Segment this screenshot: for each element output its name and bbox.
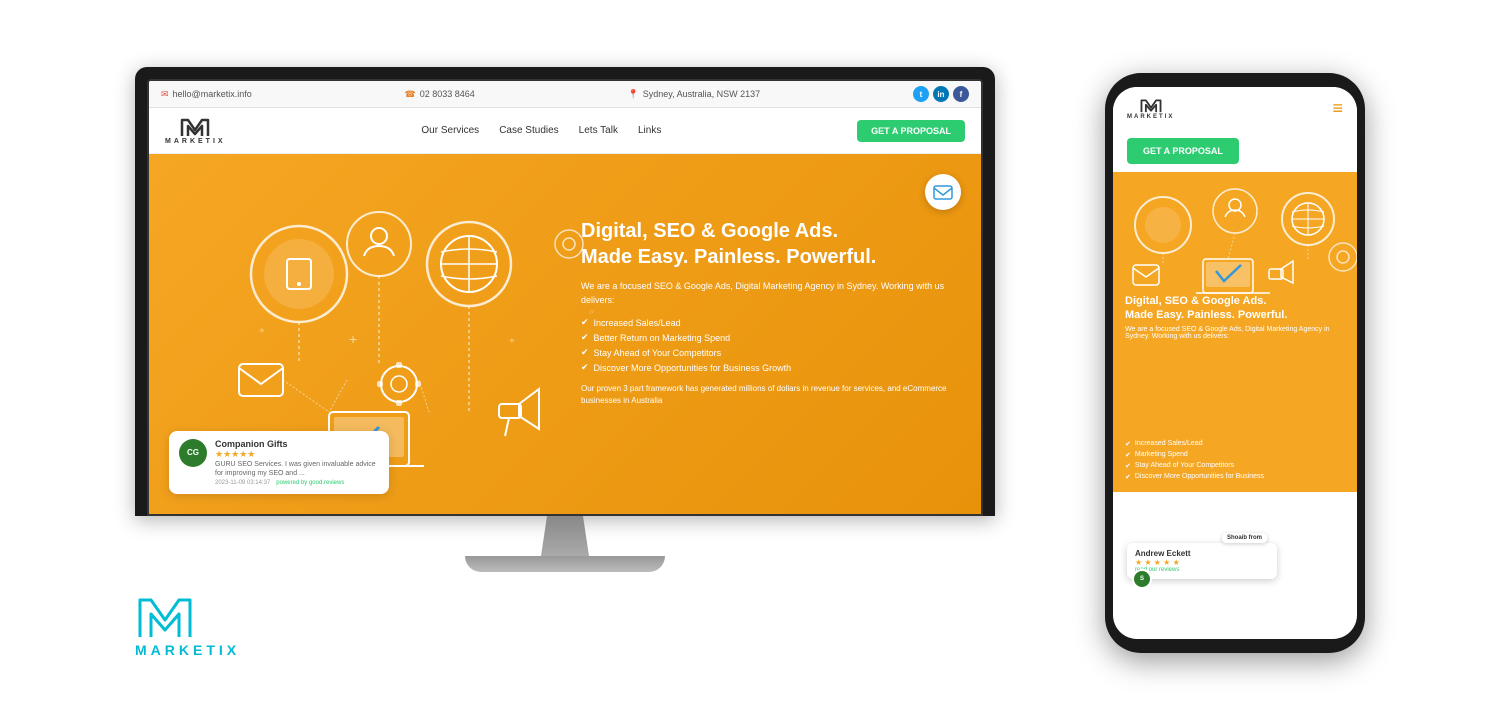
bullet-2: ✔ Better Return on Marketing Spend — [581, 332, 961, 343]
phone-bullet-3: ✔ Stay Ahead of Your Competitors — [1125, 462, 1345, 470]
topbar-email: ✉ hello@marketix.info — [161, 89, 252, 100]
nav-links[interactable]: Links — [638, 125, 661, 136]
phone-section: MARKETIX ≡ GET A PROPOSAL — [1105, 73, 1365, 653]
desktop-section: ✉ hello@marketix.info ☎ 02 8033 8464 📍 S… — [135, 67, 915, 658]
bottom-logo-icon — [135, 592, 195, 642]
svg-text:+: + — [259, 326, 265, 337]
phone-icon: ☎ — [405, 89, 416, 100]
phone-check-1: ✔ — [1125, 440, 1131, 448]
shoaib-avatar: S — [1132, 569, 1152, 589]
check-icon-2: ✔ — [581, 332, 589, 343]
phone-review-card: Shoaib from Andrew Eckett ★ ★ ★ ★ ★ read… — [1127, 543, 1277, 579]
monitor-wrapper: ✉ hello@marketix.info ☎ 02 8033 8464 📍 S… — [135, 67, 995, 572]
social-icons: t in f — [913, 86, 969, 102]
phone-check-3: ✔ — [1125, 462, 1131, 470]
check-icon-3: ✔ — [581, 347, 589, 358]
review-date: 2023-11-09 03:14:37 — [215, 480, 270, 486]
facebook-icon[interactable]: f — [953, 86, 969, 102]
mail-badge-icon — [933, 182, 953, 202]
monitor-frame: ✉ hello@marketix.info ☎ 02 8033 8464 📍 S… — [135, 67, 995, 516]
phone-frame: MARKETIX ≡ GET A PROPOSAL — [1105, 73, 1365, 653]
svg-text:+: + — [509, 336, 515, 347]
phone-logo: MARKETIX — [1127, 97, 1174, 120]
bullet-1: ✔ Increased Sales/Lead — [581, 317, 961, 328]
bullet-3: ✔ Stay Ahead of Your Competitors — [581, 347, 961, 358]
bottom-logo-text: MARKETIX — [135, 642, 240, 658]
nav-our-services[interactable]: Our Services — [421, 125, 479, 136]
hero-content: Digital, SEO & Google Ads. Made Easy. Pa… — [581, 174, 961, 407]
monitor-stand — [135, 516, 995, 572]
review-text: GURU SEO Services. I was given invaluabl… — [215, 460, 379, 478]
phone-check-2: ✔ — [1125, 451, 1131, 459]
phone-hero-illustration — [1113, 177, 1357, 297]
phone-hero-svg — [1113, 177, 1357, 297]
phone-cta-section: GET A PROPOSAL — [1113, 130, 1357, 172]
review-card: CG Companion Gifts ★★★★★ GURU SEO Servic… — [169, 431, 389, 494]
phone-review-link[interactable]: read our reviews — [1135, 567, 1269, 573]
review-avatar: CG — [179, 439, 207, 467]
nav-logo-text: MARKETIX — [165, 138, 226, 145]
topbar-phone: ☎ 02 8033 8464 — [405, 89, 475, 100]
monitor-neck — [535, 516, 595, 556]
review-stars: ★★★★★ — [215, 449, 379, 460]
hamburger-menu-icon[interactable]: ≡ — [1332, 98, 1343, 119]
topbar-location: 📍 Sydney, Australia, NSW 2137 — [628, 89, 761, 100]
review-content: Companion Gifts ★★★★★ GURU SEO Services.… — [215, 439, 379, 486]
phone-review-stars: ★ ★ ★ ★ ★ — [1135, 558, 1269, 567]
nav-logo: MARKETIX — [165, 116, 226, 145]
phone-screen: MARKETIX ≡ GET A PROPOSAL — [1113, 87, 1357, 639]
hero-section: + + + ○ — [149, 154, 981, 514]
check-icon-1: ✔ — [581, 317, 589, 328]
hero-badge — [925, 174, 961, 210]
location-text: Sydney, Australia, NSW 2137 — [643, 89, 760, 99]
phone-bullet-1: ✔ Increased Sales/Lead — [1125, 440, 1345, 448]
phone-text: 02 8033 8464 — [420, 89, 475, 99]
email-icon: ✉ — [161, 89, 169, 100]
email-text: hello@marketix.info — [173, 89, 252, 99]
hero-title: Digital, SEO & Google Ads. Made Easy. Pa… — [581, 218, 961, 270]
linkedin-icon[interactable]: in — [933, 86, 949, 102]
bottom-logo: MARKETIX — [135, 592, 240, 658]
shoaib-label: Shoaib from — [1222, 533, 1267, 543]
logo-mark-icon — [180, 116, 210, 138]
nav-case-studies[interactable]: Case Studies — [499, 125, 558, 136]
site-nav: MARKETIX Our Services Case Studies Lets … — [149, 108, 981, 154]
phone-cta-button[interactable]: GET A PROPOSAL — [1127, 138, 1239, 164]
phone-nav: MARKETIX ≡ — [1113, 87, 1357, 130]
site-topbar: ✉ hello@marketix.info ☎ 02 8033 8464 📍 S… — [149, 81, 981, 108]
phone-check-4: ✔ — [1125, 473, 1131, 481]
review-company: Companion Gifts — [215, 439, 379, 449]
monitor-base — [465, 556, 665, 572]
phone-logo-text: MARKETIX — [1127, 114, 1174, 120]
phone-bullet-4: ✔ Discover More Opportunities for Busine… — [1125, 473, 1345, 481]
svg-text:+: + — [349, 331, 357, 347]
phone-hero-subtitle: We are a focused SEO & Google Ads, Digit… — [1125, 326, 1345, 340]
check-icon-4: ✔ — [581, 362, 589, 373]
location-icon: 📍 — [628, 89, 639, 100]
nav-cta-button[interactable]: GET A PROPOSAL — [857, 120, 965, 142]
hero-subtitle: We are a focused SEO & Google Ads, Digit… — [581, 280, 961, 307]
phone-logo-icon — [1140, 97, 1162, 114]
phone-bullet-2: ✔ Marketing Spend — [1125, 451, 1345, 459]
hero-bullets: ✔ Increased Sales/Lead ✔ Better Return o… — [581, 317, 961, 373]
hero-footer-text: Our proven 3 part framework has generate… — [581, 383, 961, 407]
monitor-screen: ✉ hello@marketix.info ☎ 02 8033 8464 📍 S… — [147, 79, 983, 516]
phone-hero-title: Digital, SEO & Google Ads. Made Easy. Pa… — [1125, 294, 1345, 323]
twitter-icon[interactable]: t — [913, 86, 929, 102]
bullet-4: ✔ Discover More Opportunities for Busine… — [581, 362, 961, 373]
powered-by[interactable]: powered by good.reviews — [276, 480, 344, 486]
phone-review-name: Andrew Eckett — [1135, 549, 1269, 558]
nav-lets-talk[interactable]: Lets Talk — [579, 125, 618, 136]
phone-hero: Digital, SEO & Google Ads. Made Easy. Pa… — [1113, 172, 1357, 432]
phone-bullets: ✔ Increased Sales/Lead ✔ Marketing Spend… — [1113, 432, 1357, 492]
nav-links: Our Services Case Studies Lets Talk Link… — [421, 125, 661, 136]
